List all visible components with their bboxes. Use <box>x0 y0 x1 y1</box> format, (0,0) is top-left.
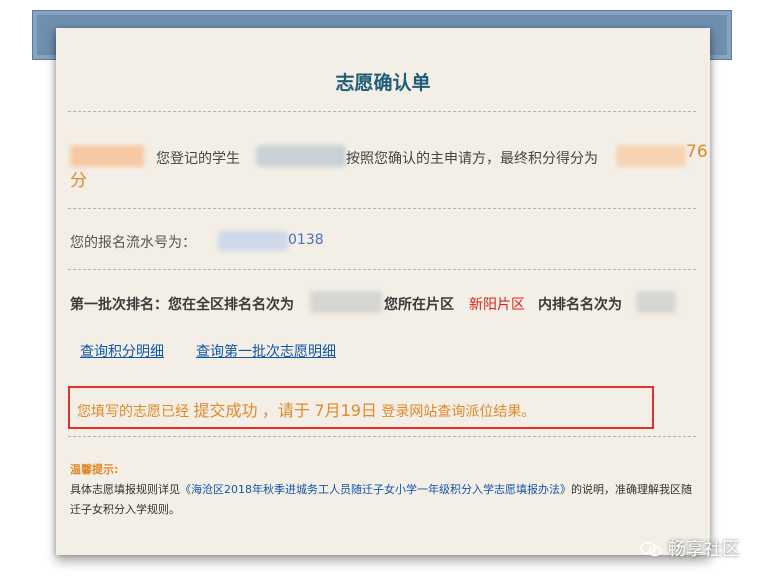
redacted-serial <box>218 231 288 251</box>
redacted-score <box>616 145 686 167</box>
district-label: 您所在片区 <box>384 297 454 313</box>
tips-title: 温馨提示: <box>70 463 119 476</box>
divider <box>68 436 696 437</box>
notice-date: 7月19日 <box>314 401 377 420</box>
notice-status: 提交成功 <box>193 401 258 420</box>
confirmation-card: 志愿确认单 您登记的学生 按照您确认的主申请方，最终积分得分为 76 分 您的报… <box>56 28 710 555</box>
redacted-district-rank <box>636 291 676 313</box>
notice-text: 您填写的志愿已经 提交成功 ，请于 7月19日 登录网站查询派位结果。 <box>77 397 535 421</box>
watermark-text: 畅享社区 <box>668 539 740 560</box>
serial-label: 您的报名流水号为： <box>70 235 196 251</box>
divider <box>68 269 696 270</box>
score-unit: 分 <box>70 171 87 191</box>
notice-part: ，请于 <box>261 401 310 420</box>
district-rank-label: 内排名名次为 <box>538 297 622 313</box>
score-value: 76 <box>686 142 708 162</box>
notice-part: 您填写的志愿已经 <box>77 404 189 420</box>
page-title: 志愿确认单 <box>335 72 431 94</box>
rules-document-link[interactable]: 《海沧区2018年秋季进城务工人员随迁子女小学一年级积分入学志愿填报办法》 <box>180 483 571 496</box>
first-batch-detail-link[interactable]: 查询第一批次志愿明细 <box>196 341 336 361</box>
tips-text: 具体志愿填报规则详见 <box>70 483 180 496</box>
wechat-icon <box>640 541 662 557</box>
redacted-name <box>70 145 144 167</box>
score-sentence: 按照您确认的主申请方，最终积分得分为 <box>346 151 598 167</box>
notice-part: 登录网站查询派位结果。 <box>381 404 536 420</box>
redacted-rank <box>310 291 382 313</box>
student-label: 您登记的学生 <box>156 151 240 167</box>
divider <box>68 208 696 209</box>
points-detail-link[interactable]: 查询积分明细 <box>80 341 164 361</box>
district-name: 新阳片区 <box>469 297 525 313</box>
redacted-student <box>256 145 346 167</box>
divider <box>68 111 696 112</box>
watermark: 畅享社区 <box>640 535 740 561</box>
serial-value: 0138 <box>288 232 324 248</box>
ranking-label: 第一批次排名：您在全区排名名次为 <box>70 297 294 313</box>
success-notice: 您填写的志愿已经 提交成功 ，请于 7月19日 登录网站查询派位结果。 <box>68 386 654 429</box>
tips-body: 具体志愿填报规则详见《海沧区2018年秋季进城务工人员随迁子女小学一年级积分入学… <box>70 480 696 520</box>
